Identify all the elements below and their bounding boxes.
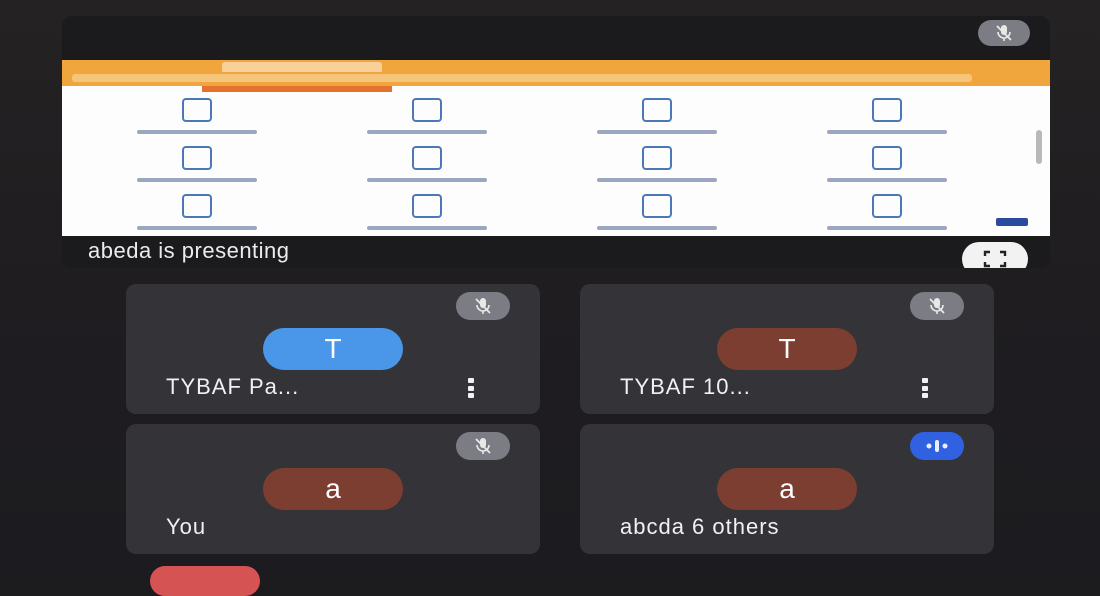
participant-name: TYBAF 10... — [620, 374, 751, 399]
grid-item-icon — [412, 98, 442, 122]
grid-item-icon — [872, 98, 902, 122]
grid-item-label — [137, 226, 257, 230]
fullscreen-icon — [983, 250, 1007, 268]
grid-item-label — [597, 130, 717, 134]
participant-mic-status — [456, 432, 510, 460]
grid-item-icon — [182, 146, 212, 170]
presenter-mic-status — [978, 20, 1030, 46]
grid-item-label — [827, 178, 947, 182]
shared-browser-tab — [222, 62, 382, 72]
grid-item-label — [367, 130, 487, 134]
grid-item-label — [827, 130, 947, 134]
grid-item-icon — [872, 194, 902, 218]
presenting-label: abeda is presenting — [88, 238, 290, 263]
grid-item — [542, 146, 772, 182]
grid-item-icon — [642, 98, 672, 122]
mic-off-icon — [475, 438, 491, 454]
more-vert-icon — [468, 385, 474, 391]
shared-page-scrollbar — [1036, 130, 1042, 164]
grid-item-label — [367, 226, 487, 230]
grid-item — [772, 194, 1002, 230]
participant-tile[interactable]: T TYBAF Pa... — [126, 284, 540, 414]
speaking-indicator-icon — [926, 440, 948, 452]
grid-item — [82, 98, 312, 134]
mic-off-icon — [475, 298, 491, 314]
shared-browser-url-bar — [72, 74, 972, 82]
presentation-tile[interactable]: abeda is presenting — [62, 16, 1050, 268]
grid-item-icon — [412, 194, 442, 218]
grid-item-label — [137, 130, 257, 134]
mic-off-icon — [996, 25, 1012, 41]
grid-item-icon — [412, 146, 442, 170]
grid-item — [542, 194, 772, 230]
shared-page-banner — [202, 86, 392, 92]
grid-item-label — [367, 178, 487, 182]
grid-item-label — [137, 178, 257, 182]
grid-item — [82, 194, 312, 230]
shared-browser-toolbar — [62, 60, 1050, 86]
participant-tile[interactable]: a You — [126, 424, 540, 554]
grid-item — [772, 98, 1002, 134]
grid-item-icon — [642, 194, 672, 218]
grid-item-icon — [642, 146, 672, 170]
avatar: a — [717, 468, 857, 510]
shared-screen-content — [62, 60, 1050, 236]
fullscreen-button[interactable] — [962, 242, 1028, 268]
avatar: T — [263, 328, 403, 370]
more-vert-icon — [922, 378, 928, 383]
grid-item-icon — [872, 146, 902, 170]
more-options-button[interactable] — [466, 378, 476, 398]
participant-name: abcda 6 others — [620, 514, 780, 539]
grid-item — [772, 146, 1002, 182]
more-vert-icon — [922, 393, 928, 398]
avatar: T — [717, 328, 857, 370]
participant-mic-status — [910, 292, 964, 320]
more-options-button[interactable] — [920, 378, 930, 398]
grid-item — [312, 194, 542, 230]
grid-item — [312, 146, 542, 182]
participant-tile[interactable]: a abcda 6 others — [580, 424, 994, 554]
more-vert-icon — [468, 393, 474, 398]
end-call-button[interactable] — [150, 566, 260, 596]
grid-item-icon — [182, 98, 212, 122]
participant-name: TYBAF Pa... — [166, 374, 300, 399]
grid-item-label — [597, 226, 717, 230]
mic-off-icon — [929, 298, 945, 314]
more-vert-icon — [922, 385, 928, 391]
grid-item — [312, 98, 542, 134]
grid-item — [82, 146, 312, 182]
participant-mic-status — [456, 292, 510, 320]
grid-item-icon — [182, 194, 212, 218]
grid-item-label — [597, 178, 717, 182]
participant-audio-status — [910, 432, 964, 460]
shared-page-grid — [82, 98, 1002, 230]
avatar: a — [263, 468, 403, 510]
participant-tile[interactable]: T TYBAF 10... — [580, 284, 994, 414]
shared-page-chip — [996, 218, 1028, 226]
participant-name: You — [166, 514, 207, 539]
more-vert-icon — [468, 378, 474, 383]
grid-item-label — [827, 226, 947, 230]
grid-item — [542, 98, 772, 134]
